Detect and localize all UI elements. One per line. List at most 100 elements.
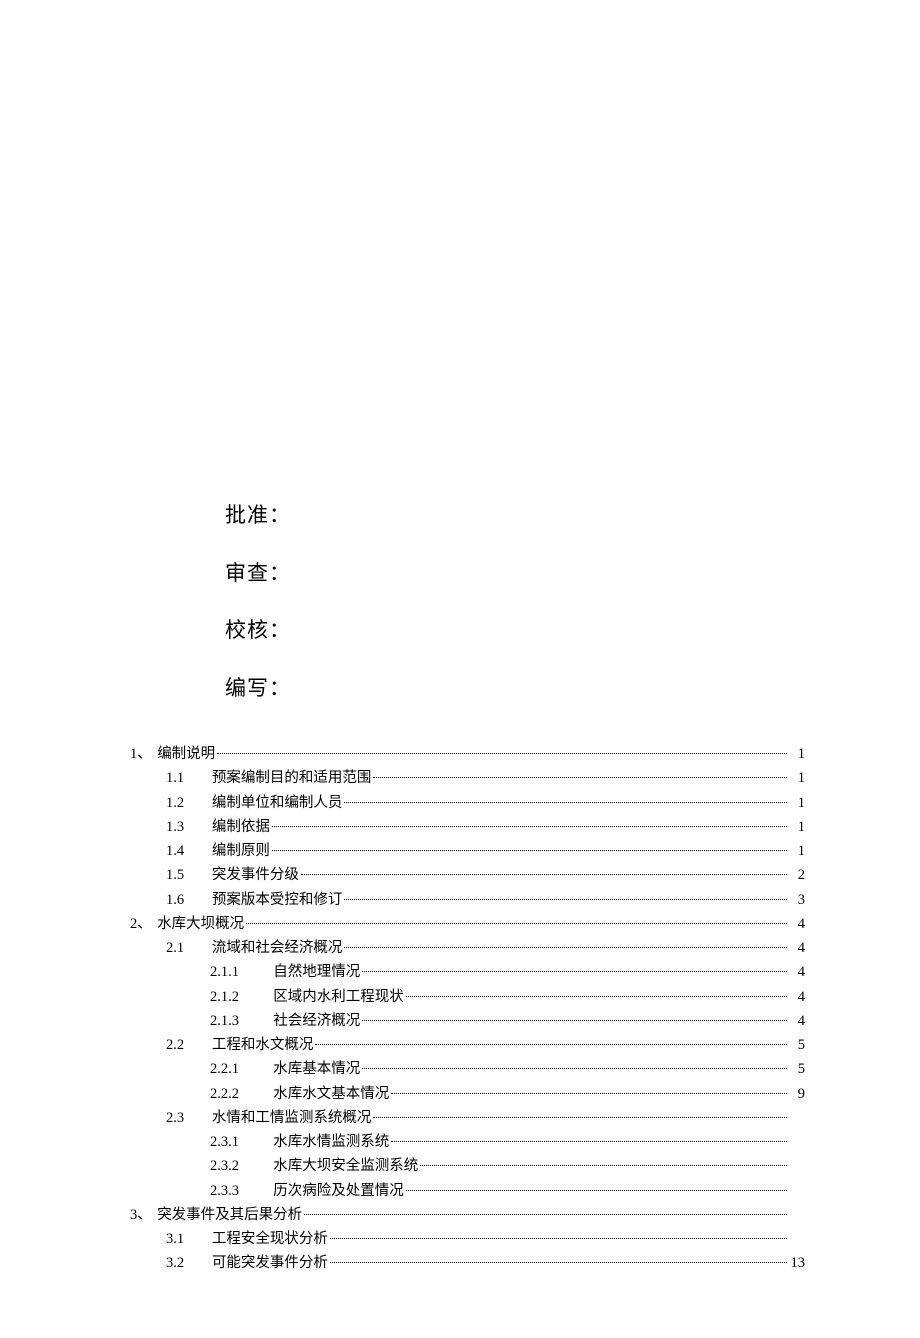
toc-leader-dots: [391, 1141, 786, 1142]
toc-entry: 2.1流域和社会经济概况 4: [130, 938, 805, 960]
toc-entry: 3.1工程安全现状分析: [130, 1229, 805, 1251]
toc-entry: 2.1.1自然地理情况 4: [130, 962, 805, 984]
toc-leader-dots: [391, 1093, 786, 1094]
toc-entry-title: 突发事件及其后果分析: [157, 1205, 302, 1227]
toc-leader-dots: [304, 1214, 786, 1215]
toc-entry: 2.1.3社会经济概况4: [130, 1011, 805, 1033]
toc-entry-title: 水库大坝概况: [157, 914, 244, 936]
toc-entry-number: 2.2.1: [210, 1059, 273, 1081]
toc-entry-page: 4: [789, 987, 806, 1009]
toc-entry-number: 2.2: [166, 1035, 212, 1057]
toc-leader-dots: [344, 802, 786, 803]
signoff-approve: 批准：: [225, 500, 805, 532]
toc-entry-page: 3: [789, 890, 806, 912]
toc-leader-dots: [330, 1262, 787, 1263]
toc-entry-number: 3.2: [166, 1253, 212, 1275]
toc-entry-number: 1.4: [166, 841, 212, 863]
toc-entry-number: 2.1.1: [210, 962, 273, 984]
toc-leader-dots: [246, 923, 786, 924]
document-page: 批准： 审查： 校核： 编写： 1、编制说明11.1预案编制目的和适用范围11.…: [0, 0, 920, 1338]
toc-entry-title: 历次病险及处置情况: [273, 1181, 404, 1203]
toc-leader-dots: [301, 874, 787, 875]
toc-entry: 2.2.2水库水文基本情况 9: [130, 1084, 805, 1106]
toc-entry-page: 5: [789, 1035, 806, 1057]
toc-entry-page: 1: [789, 793, 806, 815]
toc-entry: 2.3.1水库水情监测系统: [130, 1132, 805, 1154]
toc-entry: 2.2工程和水文概况 5: [130, 1035, 805, 1057]
toc-entry-title: 流域和社会经济概况: [212, 938, 343, 960]
toc-entry-number: 1.6: [166, 890, 212, 912]
toc-entry-number: 2.2.2: [210, 1084, 273, 1106]
toc-entry-number: 3.1: [166, 1229, 212, 1251]
toc-leader-dots: [373, 777, 786, 778]
toc-entry-title: 水情和工情监测系统概况: [212, 1108, 372, 1130]
toc-entry-title: 突发事件分级: [212, 865, 299, 887]
toc-entry-title: 预案编制目的和适用范围: [212, 768, 372, 790]
toc-entry: 2、水库大坝概况4: [130, 914, 805, 936]
toc-entry-page: 5: [789, 1059, 806, 1081]
toc-entry-page: 1: [789, 768, 806, 790]
toc-leader-dots: [406, 996, 787, 997]
table-of-contents: 1、编制说明11.1预案编制目的和适用范围11.2编制单位和编制人员11.3编制…: [130, 744, 805, 1275]
toc-leader-dots: [272, 826, 787, 827]
toc-entry-page: 4: [789, 962, 806, 984]
toc-entry: 1.2编制单位和编制人员 1: [130, 793, 805, 815]
toc-entry: 1.1预案编制目的和适用范围1: [130, 768, 805, 790]
signoff-check: 校核：: [225, 615, 805, 647]
toc-entry-page: 13: [789, 1253, 806, 1275]
toc-entry-number: 1.2: [166, 793, 212, 815]
toc-leader-dots: [420, 1165, 786, 1166]
toc-entry: 3、突发事件及其后果分析: [130, 1205, 805, 1227]
toc-entry: 1.6预案版本受控和修订 3: [130, 890, 805, 912]
toc-entry-title: 编制说明: [157, 744, 215, 766]
toc-entry-title: 自然地理情况: [273, 962, 360, 984]
toc-entry: 1、编制说明 1: [130, 744, 805, 766]
toc-leader-dots: [406, 1190, 787, 1191]
toc-entry-number: 2.1.2: [210, 987, 273, 1009]
toc-entry-page: 1: [789, 841, 806, 863]
toc-entry-title: 编制原则: [212, 841, 270, 863]
signoff-block: 批准： 审查： 校核： 编写：: [225, 500, 805, 704]
toc-entry-page: 1: [789, 817, 806, 839]
toc-entry-number: 1、: [130, 744, 157, 766]
toc-entry: 2.3水情和工情监测系统概况: [130, 1108, 805, 1130]
toc-entry-title: 水库水文基本情况: [273, 1084, 389, 1106]
toc-entry-page: 1: [789, 744, 806, 766]
toc-entry-page: 9: [789, 1084, 806, 1106]
toc-entry-number: 1.5: [166, 865, 212, 887]
toc-leader-dots: [373, 1117, 786, 1118]
toc-entry: 3.2可能突发事件分析 13: [130, 1253, 805, 1275]
toc-entry-title: 工程和水文概况: [212, 1035, 314, 1057]
toc-leader-dots: [344, 899, 786, 900]
toc-entry-number: 2.3.3: [210, 1181, 273, 1203]
toc-entry: 2.2.1水库基本情况 5: [130, 1059, 805, 1081]
toc-entry: 1.5突发事件分级 2: [130, 865, 805, 887]
toc-entry-title: 社会经济概况: [273, 1011, 360, 1033]
toc-entry-page: 4: [789, 938, 806, 960]
toc-entry: 2.3.3历次病险及处置情况: [130, 1181, 805, 1203]
toc-leader-dots: [330, 1238, 787, 1239]
toc-entry-number: 2.1: [166, 938, 212, 960]
toc-entry-title: 区域内水利工程现状: [273, 987, 404, 1009]
toc-entry-page: 4: [789, 1011, 806, 1033]
toc-entry-number: 3、: [130, 1205, 157, 1227]
toc-entry-number: 1.3: [166, 817, 212, 839]
toc-entry-number: 2、: [130, 914, 157, 936]
toc-entry: 1.3编制依据 1: [130, 817, 805, 839]
toc-entry-title: 水库水情监测系统: [273, 1132, 389, 1154]
toc-entry-title: 可能突发事件分析: [212, 1253, 328, 1275]
toc-entry-title: 工程安全现状分析: [212, 1229, 328, 1251]
toc-leader-dots: [217, 753, 786, 754]
toc-entry-number: 2.3: [166, 1108, 212, 1130]
toc-entry-title: 预案版本受控和修订: [212, 890, 343, 912]
toc-leader-dots: [344, 947, 786, 948]
toc-leader-dots: [362, 971, 786, 972]
toc-entry-page: 2: [789, 865, 806, 887]
toc-leader-dots: [362, 1068, 786, 1069]
toc-entry: 2.1.2区域内水利工程现状 4: [130, 987, 805, 1009]
toc-entry-title: 编制依据: [212, 817, 270, 839]
toc-entry-title: 编制单位和编制人员: [212, 793, 343, 815]
toc-leader-dots: [315, 1044, 786, 1045]
toc-entry-title: 水库大坝安全监测系统: [273, 1156, 418, 1178]
toc-entry-title: 水库基本情况: [273, 1059, 360, 1081]
